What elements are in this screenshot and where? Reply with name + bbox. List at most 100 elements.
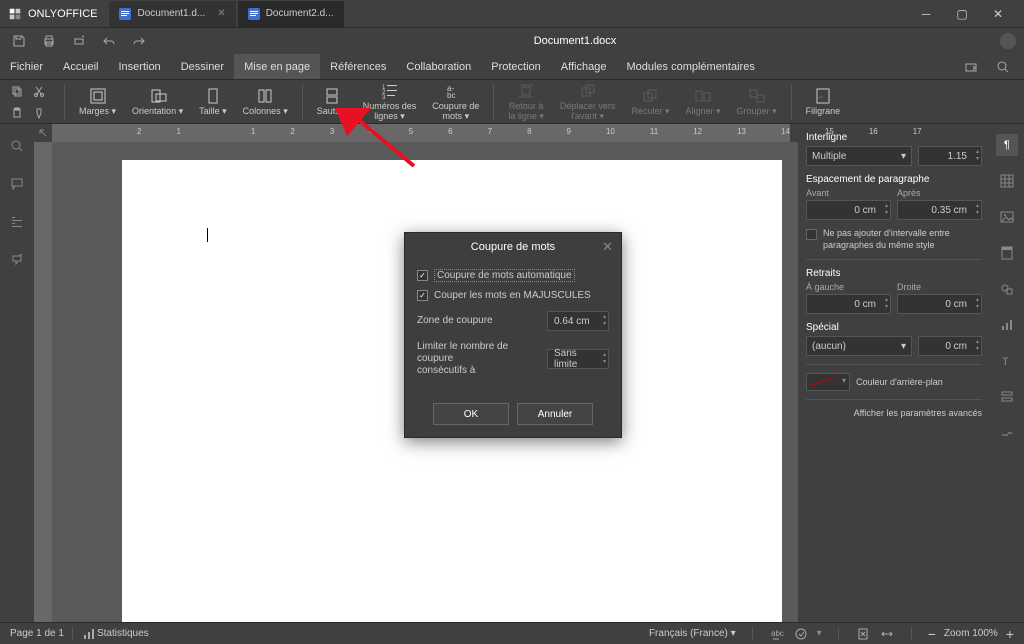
- numeros-lignes-button[interactable]: 123Numéros des lignes ▾: [357, 81, 423, 123]
- left-toolbar: [0, 124, 34, 622]
- search-icon[interactable]: [992, 56, 1014, 78]
- tab-affichage[interactable]: Affichage: [551, 54, 617, 79]
- coupure-mots-button[interactable]: a-bcCoupure de mots ▾: [426, 81, 485, 123]
- nospace-checkbox[interactable]: Ne pas ajouter d'intervalle entre paragr…: [806, 228, 982, 251]
- paste-icon[interactable]: [8, 104, 26, 122]
- close-icon[interactable]: ✕: [602, 239, 613, 255]
- retour-ligne-button: Retour à la ligne ▾: [502, 81, 550, 123]
- maximize-button[interactable]: ▢: [944, 2, 980, 26]
- copystyle-icon[interactable]: [30, 104, 48, 122]
- separator: [493, 84, 494, 120]
- chart-tab-icon[interactable]: [996, 314, 1018, 336]
- close-button[interactable]: ✕: [980, 2, 1016, 26]
- undo-icon[interactable]: [98, 30, 120, 52]
- language-selector[interactable]: Français (France) ▾: [649, 628, 736, 639]
- limit-label: Limiter le nombre de coupure consécutifs…: [417, 341, 537, 377]
- quickprint-icon[interactable]: [68, 30, 90, 52]
- taille-button[interactable]: Taille ▾: [193, 81, 233, 123]
- tab-insertion[interactable]: Insertion: [108, 54, 170, 79]
- spellcheck-icon[interactable]: abc: [769, 626, 785, 642]
- colonnes-button[interactable]: Colonnes ▾: [237, 81, 294, 123]
- fit-page-icon[interactable]: [855, 626, 871, 642]
- marges-button[interactable]: Marges ▾: [73, 81, 122, 123]
- tab-label: Document2.d...: [266, 8, 334, 19]
- zoom-out-button[interactable]: −: [928, 626, 936, 642]
- shape-tab-icon[interactable]: [996, 278, 1018, 300]
- close-icon[interactable]: ✕: [217, 8, 225, 19]
- trackchanges-icon[interactable]: [793, 626, 809, 642]
- signature-tab-icon[interactable]: [996, 422, 1018, 444]
- cut-icon[interactable]: [30, 82, 48, 100]
- fit-width-icon[interactable]: [879, 626, 895, 642]
- tab-document2[interactable]: Document2.d...: [238, 1, 344, 27]
- textart-tab-icon[interactable]: T: [996, 350, 1018, 372]
- header-tab-icon[interactable]: [996, 242, 1018, 264]
- open-location-icon[interactable]: [960, 56, 982, 78]
- interligne-mode-select[interactable]: Multiple▾: [806, 146, 912, 166]
- vertical-ruler[interactable]: [34, 142, 52, 622]
- separator: [806, 364, 982, 365]
- text-cursor: [207, 228, 208, 242]
- page-indicator[interactable]: Page 1 de 1: [10, 628, 64, 639]
- form-tab-icon[interactable]: [996, 386, 1018, 408]
- tab-label: Document1.d...: [137, 8, 205, 19]
- image-tab-icon[interactable]: [996, 206, 1018, 228]
- redo-icon[interactable]: [128, 30, 150, 52]
- gauche-label: À gauche: [806, 282, 891, 292]
- zoom-in-button[interactable]: +: [1006, 626, 1014, 642]
- stats-label[interactable]: Statistiques: [97, 628, 149, 639]
- separator: [806, 399, 982, 400]
- svg-text:abc: abc: [771, 629, 784, 638]
- save-icon[interactable]: [8, 30, 30, 52]
- tab-references[interactable]: Références: [320, 54, 396, 79]
- apres-input[interactable]: 0.35 cm: [897, 200, 982, 220]
- feedback-icon[interactable]: [7, 250, 27, 270]
- retraits-title: Retraits: [806, 268, 982, 279]
- orientation-button[interactable]: Orientation ▾: [126, 81, 189, 123]
- background-color-picker[interactable]: [806, 373, 850, 391]
- tab-protection[interactable]: Protection: [481, 54, 551, 79]
- right-tabs: ¶ T: [990, 124, 1024, 622]
- paragraph-tab-icon[interactable]: ¶: [996, 134, 1018, 156]
- doc-icon: [119, 8, 131, 20]
- stats-icon[interactable]: [81, 626, 97, 642]
- tab-dessiner[interactable]: Dessiner: [171, 54, 234, 79]
- cancel-button[interactable]: Annuler: [517, 403, 593, 425]
- headings-icon[interactable]: [7, 212, 27, 232]
- deplacer-avant-button: Déplacer vers l'avant ▾: [554, 81, 622, 123]
- search-icon[interactable]: [7, 136, 27, 156]
- user-avatar-icon[interactable]: [1000, 33, 1016, 49]
- auto-hyphen-checkbox[interactable]: Coupure de mots automatique: [417, 269, 609, 282]
- tab-document1[interactable]: Document1.d... ✕: [109, 1, 235, 27]
- limit-input[interactable]: Sans limite: [547, 349, 609, 369]
- advanced-link[interactable]: Afficher les paramètres avancés: [806, 408, 982, 418]
- tab-modules[interactable]: Modules complémentaires: [616, 54, 764, 79]
- gauche-input[interactable]: 0 cm: [806, 294, 891, 314]
- avant-input[interactable]: 0 cm: [806, 200, 891, 220]
- comments-icon[interactable]: [7, 174, 27, 194]
- droite-input[interactable]: 0 cm: [897, 294, 982, 314]
- tab-accueil[interactable]: Accueil: [53, 54, 108, 79]
- right-panel: Interligne Multiple▾ 1.15 Espacement de …: [798, 124, 990, 622]
- special-select[interactable]: (aucun)▾: [806, 336, 912, 356]
- titlebar: ONLYOFFICE Document1.d... ✕ Document2.d.…: [0, 0, 1024, 28]
- grouper-button: Grouper ▾: [731, 81, 783, 123]
- minimize-button[interactable]: ─: [908, 2, 944, 26]
- tab-fichier[interactable]: Fichier: [0, 54, 53, 79]
- window-controls: ─ ▢ ✕: [908, 2, 1016, 26]
- tab-collaboration[interactable]: Collaboration: [396, 54, 481, 79]
- interligne-value-input[interactable]: 1.15: [918, 146, 982, 166]
- doc-icon: [248, 8, 260, 20]
- sauts-button[interactable]: Sauts ▾: [311, 81, 353, 123]
- ok-button[interactable]: OK: [433, 403, 509, 425]
- filigrane-button[interactable]: ~Filigrane: [800, 81, 847, 123]
- special-input[interactable]: 0 cm: [918, 336, 982, 356]
- print-icon[interactable]: [38, 30, 60, 52]
- caps-hyphen-checkbox[interactable]: Couper les mots en MAJUSCULES: [417, 290, 609, 301]
- table-tab-icon[interactable]: [996, 170, 1018, 192]
- horizontal-ruler[interactable]: 211234567891011121314151617: [34, 124, 798, 142]
- copy-icon[interactable]: [8, 82, 26, 100]
- tab-miseenpage[interactable]: Mise en page: [234, 54, 320, 79]
- zoom-label[interactable]: Zoom 100%: [944, 628, 998, 639]
- zone-input[interactable]: 0.64 cm: [547, 311, 609, 331]
